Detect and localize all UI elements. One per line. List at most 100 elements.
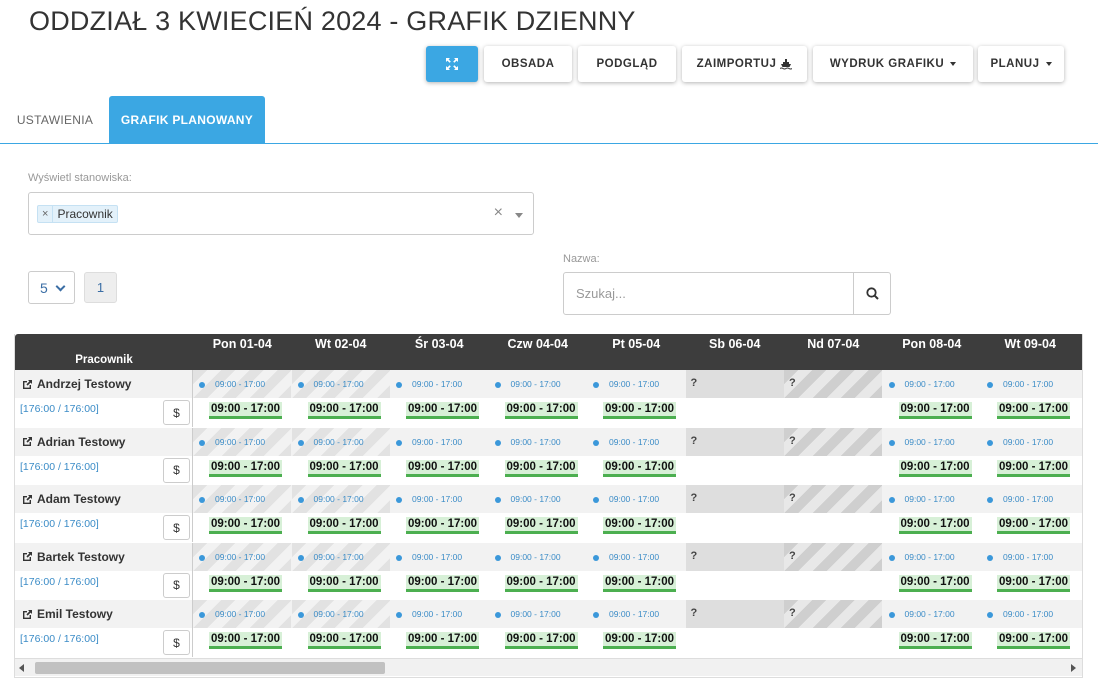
planned-cell[interactable]: ? — [784, 370, 882, 398]
shift-badge[interactable]: 09:00 - 17:00 — [406, 574, 480, 592]
cost-button[interactable]: $ — [163, 400, 190, 425]
planned-cell[interactable]: 09:00 - 17:00 — [981, 370, 1079, 398]
planned-cell[interactable]: 09:00 - 17:00 — [883, 600, 981, 628]
planned-cell[interactable]: 09:00 - 17:00 — [981, 485, 1079, 513]
shift-badge[interactable]: 09:00 - 17:00 — [307, 574, 381, 592]
shift-cell[interactable]: 09:00 - 17:00 — [292, 398, 390, 426]
shift-cell[interactable]: 09:00 - 17:00 — [489, 571, 587, 599]
planned-cell[interactable]: 09:00 - 17:00 — [390, 428, 488, 456]
planned-cell[interactable]: 09:00 - 17:00 — [390, 600, 488, 628]
planned-cell[interactable]: 09:00 - 17:00 — [489, 428, 587, 456]
shift-cell[interactable]: 09:00 - 17:00 — [390, 571, 488, 599]
planned-cell[interactable]: 09:00 - 17:00 — [883, 370, 981, 398]
cost-button[interactable]: $ — [163, 630, 190, 655]
planned-cell[interactable]: ? — [685, 542, 784, 571]
planned-cell[interactable]: ? — [784, 427, 882, 456]
shift-cell[interactable]: 09:00 - 17:00 — [292, 513, 390, 541]
shift-cell[interactable] — [686, 513, 784, 541]
planned-cell[interactable]: 09:00 - 17:00 — [981, 543, 1079, 571]
planned-cell[interactable]: 09:00 - 17:00 — [883, 428, 981, 456]
shift-badge[interactable]: 09:00 - 17:00 — [997, 459, 1071, 477]
external-link-icon[interactable] — [22, 379, 33, 390]
scroll-right-icon[interactable] — [1071, 664, 1076, 672]
employee-hours[interactable]: [176:00 / 176:00] — [20, 461, 99, 473]
shift-cell[interactable]: 09:00 - 17:00 — [883, 513, 981, 541]
shift-cell[interactable] — [686, 456, 784, 484]
planned-cell[interactable]: ? — [685, 600, 784, 628]
shift-badge[interactable]: 09:00 - 17:00 — [603, 459, 677, 477]
planned-cell[interactable]: 09:00 - 17:00 — [981, 600, 1079, 628]
shift-cell[interactable] — [686, 398, 784, 426]
shift-cell[interactable]: 09:00 - 17:00 — [587, 571, 685, 599]
shift-badge[interactable]: 09:00 - 17:00 — [307, 402, 381, 419]
external-link-icon[interactable] — [22, 494, 33, 505]
scrollbar-thumb[interactable] — [35, 662, 385, 674]
shift-badge[interactable]: 09:00 - 17:00 — [209, 517, 283, 534]
shift-badge[interactable]: 09:00 - 17:00 — [997, 632, 1071, 649]
shift-badge[interactable]: 09:00 - 17:00 — [406, 517, 480, 534]
shift-cell[interactable]: 09:00 - 17:00 — [981, 513, 1079, 541]
shift-cell[interactable]: 09:00 - 17:00 — [981, 571, 1079, 599]
planned-cell[interactable]: 09:00 - 17:00 — [390, 543, 488, 571]
shift-badge[interactable]: 09:00 - 17:00 — [997, 574, 1071, 592]
fullscreen-button[interactable] — [426, 46, 478, 82]
shift-cell[interactable]: 09:00 - 17:00 — [292, 571, 390, 599]
shift-badge[interactable]: 09:00 - 17:00 — [307, 459, 381, 477]
shift-badge[interactable]: 09:00 - 17:00 — [898, 402, 972, 419]
shift-cell[interactable]: 09:00 - 17:00 — [390, 628, 488, 656]
planned-cell[interactable]: 09:00 - 17:00 — [489, 543, 587, 571]
zaimportuj-button[interactable]: ZAIMPORTUJ — [682, 46, 807, 82]
planned-cell[interactable]: 09:00 - 17:00 — [587, 428, 685, 456]
planned-cell[interactable]: 09:00 - 17:00 — [489, 600, 587, 628]
shift-cell[interactable]: 09:00 - 17:00 — [587, 456, 685, 484]
shift-cell[interactable]: 09:00 - 17:00 — [587, 513, 685, 541]
shift-badge[interactable]: 09:00 - 17:00 — [504, 459, 578, 477]
shift-badge[interactable]: 09:00 - 17:00 — [603, 402, 677, 419]
shift-cell[interactable]: 09:00 - 17:00 — [587, 628, 685, 656]
planned-cell[interactable]: 09:00 - 17:00 — [193, 600, 291, 628]
shift-cell[interactable]: 09:00 - 17:00 — [390, 398, 488, 426]
planned-cell[interactable]: 09:00 - 17:00 — [981, 428, 1079, 456]
shift-badge[interactable]: 09:00 - 17:00 — [997, 402, 1071, 419]
employee-hours[interactable]: [176:00 / 176:00] — [20, 633, 99, 645]
shift-badge[interactable]: 09:00 - 17:00 — [209, 632, 283, 649]
chevron-down-icon[interactable] — [515, 213, 523, 218]
shift-cell[interactable] — [686, 628, 784, 656]
planned-cell[interactable]: 09:00 - 17:00 — [883, 543, 981, 571]
shift-badge[interactable]: 09:00 - 17:00 — [209, 459, 283, 477]
shift-badge[interactable]: 09:00 - 17:00 — [898, 459, 972, 477]
planned-cell[interactable]: 09:00 - 17:00 — [587, 543, 685, 571]
employee-hours[interactable]: [176:00 / 176:00] — [20, 518, 99, 530]
shift-cell[interactable] — [784, 456, 882, 484]
shift-cell[interactable]: 09:00 - 17:00 — [883, 456, 981, 484]
shift-cell[interactable]: 09:00 - 17:00 — [193, 456, 291, 484]
shift-cell[interactable] — [784, 398, 882, 426]
planned-cell[interactable]: 09:00 - 17:00 — [193, 370, 291, 398]
shift-badge[interactable]: 09:00 - 17:00 — [504, 402, 578, 419]
shift-cell[interactable]: 09:00 - 17:00 — [883, 398, 981, 426]
shift-badge[interactable]: 09:00 - 17:00 — [406, 459, 480, 477]
planuj-dropdown[interactable]: PLANUJ — [978, 46, 1064, 82]
shift-badge[interactable]: 09:00 - 17:00 — [603, 574, 677, 592]
employee-name[interactable]: Adrian Testowy — [22, 435, 125, 449]
shift-badge[interactable]: 09:00 - 17:00 — [406, 632, 480, 649]
employee-hours[interactable]: [176:00 / 176:00] — [20, 576, 99, 588]
shift-badge[interactable]: 09:00 - 17:00 — [406, 402, 480, 419]
planned-cell[interactable]: 09:00 - 17:00 — [489, 370, 587, 398]
shift-cell[interactable]: 09:00 - 17:00 — [489, 398, 587, 426]
external-link-icon[interactable] — [22, 436, 33, 447]
chip-remove-icon[interactable]: × — [38, 206, 54, 222]
employee-name[interactable]: Bartek Testowy — [22, 550, 125, 564]
cost-button[interactable]: $ — [163, 572, 190, 598]
planned-cell[interactable]: 09:00 - 17:00 — [587, 485, 685, 513]
planned-cell[interactable]: 09:00 - 17:00 — [291, 370, 390, 398]
planned-cell[interactable]: 09:00 - 17:00 — [489, 485, 587, 513]
shift-cell[interactable] — [784, 571, 882, 599]
planned-cell[interactable]: 09:00 - 17:00 — [587, 600, 685, 628]
planned-cell[interactable]: 09:00 - 17:00 — [390, 485, 488, 513]
planned-cell[interactable]: ? — [685, 370, 784, 398]
shift-cell[interactable]: 09:00 - 17:00 — [193, 571, 291, 599]
cost-button[interactable]: $ — [163, 515, 190, 540]
tab-ustawienia[interactable]: USTAWIENIA — [0, 96, 110, 143]
planned-cell[interactable]: ? — [685, 485, 784, 513]
